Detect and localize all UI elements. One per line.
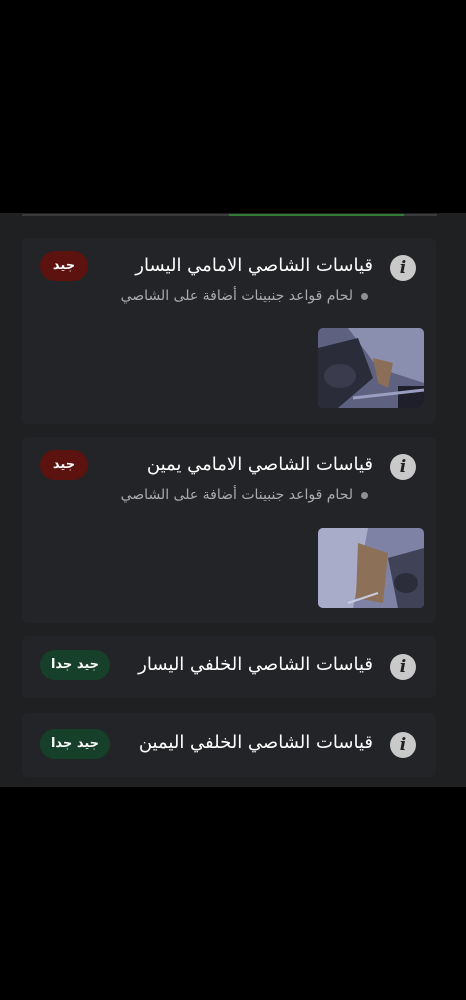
info-icon[interactable]: i <box>390 454 416 480</box>
inspection-item-front-right[interactable]: i قياسات الشاصي الامامي يمين لحام قواعد … <box>22 437 436 623</box>
bullet-dot <box>361 492 368 499</box>
info-icon[interactable]: i <box>390 654 416 680</box>
bullet-dot <box>361 293 368 300</box>
item-title: قياسات الشاصي الخلفي اليمين <box>138 732 373 753</box>
status-badge: جيد جدا <box>40 650 110 680</box>
damage-photo[interactable] <box>318 528 424 608</box>
chassis-photo-image <box>318 528 424 608</box>
status-badge: جيد <box>40 251 88 281</box>
status-badge: جيد <box>40 450 88 480</box>
inspection-item-rear-left[interactable]: i قياسات الشاصي الخلفي اليسار جيد جدا <box>22 636 436 698</box>
status-badge: جيد جدا <box>40 729 110 759</box>
item-title: قياسات الشاصي الامامي اليسار <box>135 255 373 276</box>
item-note: لحام قواعد جنبينات أضافة على الشاصي <box>120 288 353 304</box>
inspection-item-front-left[interactable]: i قياسات الشاصي الامامي اليسار لحام قواع… <box>22 238 436 424</box>
active-tab-indicator <box>229 214 404 216</box>
item-title: قياسات الشاصي الخلفي اليسار <box>138 654 373 675</box>
damage-photo[interactable] <box>318 328 424 408</box>
item-note: لحام قواعد جنبينات أضافة على الشاصي <box>120 487 353 503</box>
inspection-item-rear-right[interactable]: i قياسات الشاصي الخلفي اليمين جيد جدا <box>22 713 436 777</box>
item-title: قياسات الشاصي الامامي يمين <box>146 454 373 475</box>
info-icon[interactable]: i <box>390 732 416 758</box>
info-icon[interactable]: i <box>390 255 416 281</box>
chassis-photo-image <box>318 328 424 408</box>
